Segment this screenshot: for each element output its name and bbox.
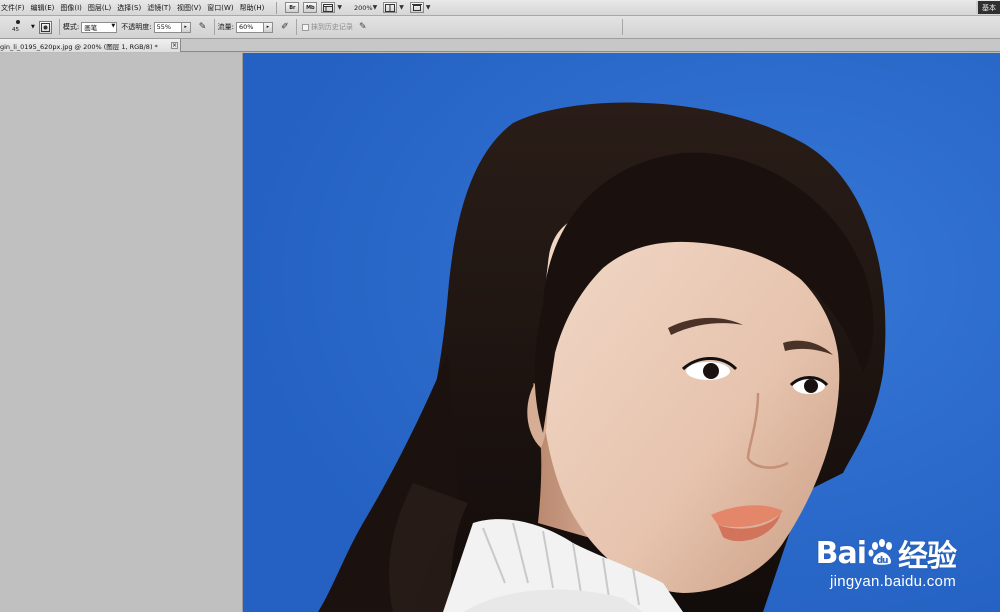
options-separator (58, 19, 60, 35)
document-canvas[interactable]: Bai du 经验 jingyan.baidu.com (242, 53, 1000, 612)
menu-select[interactable]: 选择(S) (117, 3, 147, 13)
menu-filter[interactable]: 滤镜(T) (147, 3, 177, 13)
opacity-input[interactable]: 55% (153, 21, 182, 33)
paw-icon: du (868, 539, 892, 566)
flow-label: 流量: (217, 23, 234, 31)
menu-view[interactable]: 视图(V) (177, 3, 207, 13)
arrange-documents-button[interactable] (383, 2, 398, 13)
baidu-logo-text: Bai (815, 535, 867, 571)
baidu-logo-suffix: 经验 (898, 539, 957, 574)
menu-bar: 文件(F) 编辑(E) 图像(I) 图层(L) 选择(S) 滤镜(T) 视图(V… (0, 0, 1000, 16)
menu-help[interactable]: 帮助(H) (240, 3, 271, 13)
flow-input[interactable]: 60% (235, 21, 264, 33)
brush-tip-icon (16, 20, 20, 24)
brush-panel-icon (40, 22, 50, 32)
workspace-switcher[interactable]: 基本 (976, 1, 1000, 14)
document-tab[interactable]: gin_li_0195_620px.jpg @ 200% (图层 1, RGB/… (0, 39, 181, 52)
pasteboard[interactable] (0, 53, 242, 612)
chevron-down-icon[interactable]: ▼ (337, 4, 342, 11)
mode-select[interactable]: 画笔 ▼ (81, 21, 118, 33)
flow-slider-toggle[interactable]: ▸ (263, 21, 273, 33)
close-icon[interactable]: × (171, 42, 178, 49)
document-tab-title: gin_li_0195_620px.jpg @ 200% (图层 1, RGB/… (0, 42, 158, 51)
chevron-down-icon: ▼ (111, 22, 116, 29)
chevron-down-icon[interactable]: ▼ (399, 4, 404, 11)
pressure-size-icon[interactable]: ✎ (359, 22, 367, 32)
view-extras-icon (323, 3, 334, 12)
mode-value: 画笔 (84, 24, 98, 32)
baidu-watermark: Bai du 经验 jingyan.baidu.com (815, 531, 957, 591)
chevron-down-icon[interactable]: ▼ (373, 4, 378, 11)
menu-edit[interactable]: 编辑(E) (31, 3, 61, 13)
menu-image[interactable]: 图像(I) (60, 3, 88, 13)
airbrush-icon[interactable]: ✐ (279, 21, 291, 33)
options-separator (295, 19, 297, 35)
chevron-down-icon[interactable]: ▼ (426, 4, 431, 11)
screen-mode-button[interactable] (409, 2, 424, 13)
erase-to-history-checkbox[interactable] (301, 23, 309, 31)
options-separator (622, 19, 623, 35)
brush-preset-picker[interactable]: 45 (8, 18, 30, 36)
pressure-opacity-icon[interactable]: ✎ (197, 21, 209, 33)
brush-size-label: 45 (12, 27, 19, 33)
chevron-down-icon[interactable]: ▼ (31, 24, 35, 30)
options-separator (213, 19, 215, 35)
menu-separator (276, 1, 278, 14)
erase-to-history-label: 抹到历史记录 (310, 23, 353, 31)
menu-layer[interactable]: 图层(L) (88, 3, 117, 13)
brush-panel-toggle[interactable] (38, 20, 52, 34)
mini-bridge-button[interactable]: Mb (303, 2, 318, 13)
view-extras-button[interactable] (321, 2, 336, 13)
opacity-label: 不透明度: (121, 23, 152, 31)
zoom-level-display[interactable]: 200% (354, 4, 373, 12)
screen-mode-icon (411, 3, 422, 11)
arrange-documents-icon (385, 3, 396, 12)
portrait-photo (243, 53, 1000, 612)
document-tab-bar: gin_li_0195_620px.jpg @ 200% (图层 1, RGB/… (0, 39, 1000, 52)
menu-file[interactable]: 文件(F) (0, 3, 31, 13)
tool-options-bar: 45 ▼ 模式: 画笔 ▼ 不透明度: 55% ▸ ✎ 流量: 60% ▸ ✐ … (0, 16, 1000, 39)
baidu-url: jingyan.baidu.com (829, 573, 956, 590)
menu-window[interactable]: 窗口(W) (207, 3, 239, 13)
baidu-logo: Bai du 经验 (815, 531, 957, 575)
svg-text:du: du (877, 556, 888, 566)
bridge-button[interactable]: Br (285, 2, 300, 13)
mode-label: 模式: (62, 23, 80, 31)
opacity-slider-toggle[interactable]: ▸ (181, 21, 191, 33)
